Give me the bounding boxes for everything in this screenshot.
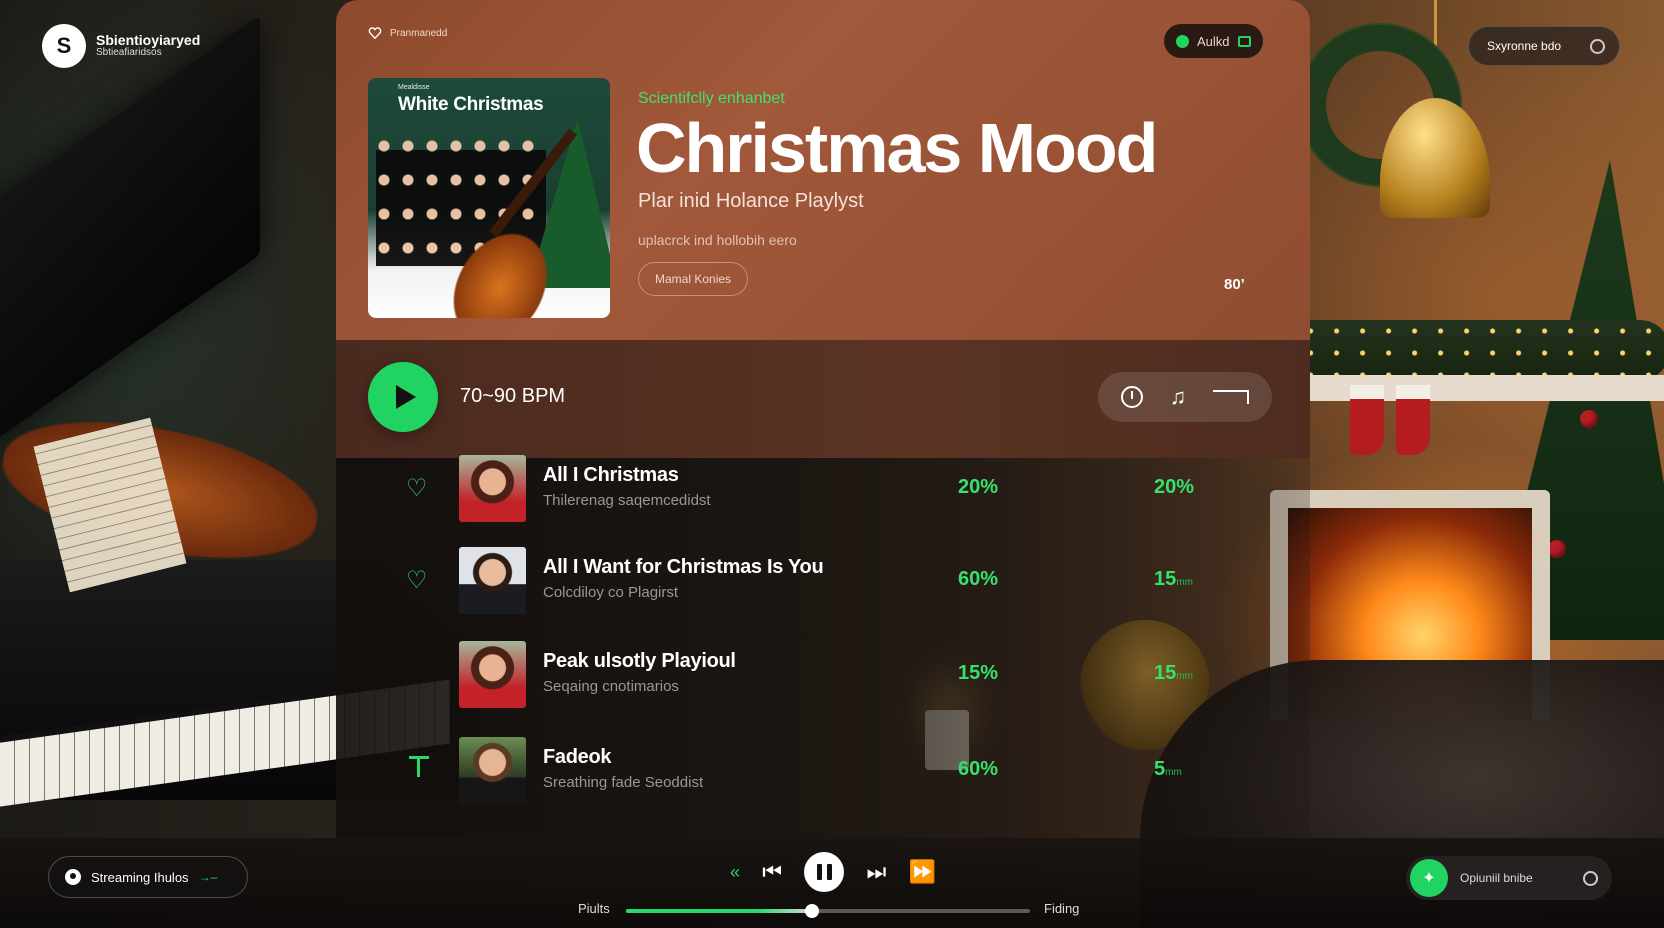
bracket-icon[interactable] — [1212, 390, 1249, 404]
track-subtitle: Colcdiloy co Plagirst — [543, 584, 679, 601]
panel-header: Pranmanedd Aulkd Mealdisse White Christm… — [336, 0, 1310, 340]
track-thumbnail — [459, 641, 526, 708]
clock-icon[interactable] — [1121, 386, 1144, 408]
track-subtitle: Thilerenag saqemcedidst — [543, 492, 711, 509]
pause-icon-bar — [826, 864, 832, 880]
playlist-panel: Pranmanedd Aulkd Mealdisse White Christm… — [336, 0, 1310, 838]
playlist-tagline: Scientifclly enhanbet — [638, 90, 785, 107]
fast-forward-icon[interactable]: ⏩ — [909, 859, 936, 885]
track-stat-2-unit: mm — [1176, 577, 1193, 588]
ornament — [1548, 540, 1566, 558]
rewind-icon[interactable]: « — [730, 862, 740, 883]
play-icon — [395, 385, 416, 409]
track-stat-1: 15% — [958, 662, 999, 684]
progress-right-label: Fiding — [1044, 901, 1080, 916]
audio-badge-label: Aulkd — [1197, 33, 1230, 49]
ring-icon — [1583, 870, 1598, 886]
progress-knob[interactable] — [804, 904, 819, 918]
square-icon — [1237, 35, 1251, 47]
previous-track-icon[interactable]: ⏮ — [762, 859, 782, 885]
bpm-label: 70~90 BPM — [460, 385, 566, 407]
track-stat-2: 15mm — [1154, 662, 1193, 685]
track-thumbnail — [459, 547, 526, 614]
progress-fill — [626, 909, 812, 913]
location-pin-icon — [65, 869, 81, 885]
track-stat-2-value: 5 — [1154, 758, 1166, 780]
playlist-subtitle: Plar inid Holance Playlyst — [638, 190, 864, 212]
option-logo-icon: ✦ — [1410, 859, 1448, 897]
stocking — [1350, 385, 1384, 455]
top-right-pill-button[interactable]: Sxyronne bdo — [1468, 26, 1620, 66]
option-label: Opiuniil bnibe — [1460, 871, 1533, 885]
brand-name: Sbientioyiaryed — [96, 32, 201, 49]
heart-icon[interactable]: ♡ — [406, 474, 428, 503]
playlist-title: Christmas Mood — [636, 109, 1158, 187]
track-stat-2-unit: mm — [1165, 767, 1182, 778]
track-stat-1: 60% — [958, 758, 999, 780]
streaming-label: Streaming Ihulos — [91, 869, 189, 885]
app-brand[interactable]: S Sbientioyiaryed Sbtieafiaridsos — [42, 24, 200, 68]
pin-icon[interactable] — [409, 756, 429, 777]
track-stat-2: 20% — [1154, 476, 1194, 499]
progress-left-label: Piults — [578, 901, 610, 916]
heart-outline-icon — [368, 27, 382, 40]
brand-subtitle: Sbtieafiaridsos — [96, 47, 162, 59]
progress-bar[interactable] — [626, 904, 1030, 918]
cover-title: White Christmas — [398, 94, 544, 115]
track-stat-1: 20% — [958, 476, 999, 498]
option-pill-button[interactable]: ✦ Opiuniil bnibe — [1406, 856, 1612, 900]
track-stat-2-value: 20% — [1154, 476, 1195, 498]
tool-group: ♫ — [1098, 372, 1272, 422]
track-thumbnail — [459, 737, 526, 804]
track-title: Peak ulsotly Playioul — [543, 650, 736, 672]
track-stat-1: 60% — [958, 568, 999, 590]
play-button[interactable] — [368, 362, 438, 432]
audio-badge[interactable]: Aulkd — [1164, 24, 1263, 58]
track-title: All I Want for Christmas Is You — [543, 556, 824, 578]
ornament — [1580, 410, 1598, 428]
track-stat-2: 15mm — [1154, 568, 1193, 591]
track-row[interactable]: Peak ulsotly Playioul Seqaing cnotimario… — [336, 638, 1310, 710]
track-row[interactable]: ♡ All I Christmas Thilerenag saqemcedids… — [336, 452, 1310, 524]
track-list: ♡ All I Christmas Thilerenag saqemcedids… — [336, 455, 1310, 838]
track-subtitle: Sreathing fade Seoddist — [543, 774, 704, 791]
playback-controls: « ⏮ ⏭ ⏩ — [730, 850, 936, 894]
decade-label: 80’ — [1224, 276, 1245, 293]
next-track-icon[interactable]: ⏭ — [867, 859, 887, 885]
pause-button[interactable] — [804, 852, 845, 892]
status-dot-icon — [1176, 34, 1189, 48]
piano-lid — [0, 14, 260, 466]
track-title: All I Christmas — [543, 464, 679, 486]
track-thumbnail — [459, 455, 526, 522]
track-subtitle: Seqaing cnotimarios — [543, 678, 679, 695]
album-cover[interactable]: Mealdisse White Christmas — [368, 78, 610, 318]
track-row[interactable]: ♡ All I Want for Christmas Is You Colcdi… — [336, 544, 1310, 616]
music-note-icon[interactable]: ♫ — [1170, 384, 1187, 410]
track-stat-2: 5mm — [1154, 758, 1182, 781]
track-stat-2-value: 15 — [1154, 568, 1177, 590]
playlist-description: uplacrck ind hollobih eero — [638, 232, 797, 248]
panel-brand-label: Pranmanedd — [390, 27, 448, 39]
track-stat-2-unit: mm — [1176, 671, 1193, 682]
genre-chip[interactable]: Mamal Konies — [638, 262, 749, 296]
playback-row: 70~90 BPM ♫ — [336, 340, 1310, 458]
streaming-pill-button[interactable]: Streaming Ihulos →– — [48, 856, 248, 898]
ring-icon — [1590, 38, 1605, 54]
track-stat-2-value: 15 — [1154, 662, 1177, 684]
panel-brand[interactable]: Pranmanedd — [368, 26, 447, 40]
cover-tiny-text: Mealdisse — [398, 84, 430, 91]
top-right-label: Sxyronne bdo — [1487, 39, 1562, 53]
stocking — [1396, 385, 1430, 455]
heart-icon[interactable]: ♡ — [406, 566, 428, 595]
pause-icon-bar — [816, 864, 822, 880]
waveform-icon: →– — [198, 870, 218, 884]
track-row[interactable]: Fadeok Sreathing fade Seoddist 60% 5mm — [336, 734, 1310, 806]
track-title: Fadeok — [543, 746, 612, 768]
app-logo-icon: S — [42, 24, 86, 68]
